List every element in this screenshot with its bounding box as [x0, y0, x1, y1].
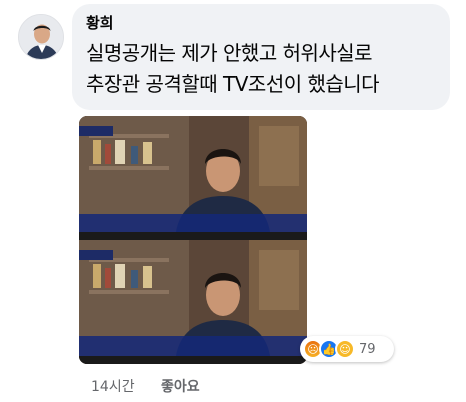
commenter-avatar[interactable] [18, 14, 64, 60]
comment-meta: 14시간 좋아요 [91, 376, 200, 396]
news-caption-bar [79, 336, 307, 356]
comment-text: 실명공개는 제가 안했고 허위사실로 추장관 공격할때 TV조선이 했습니다 [86, 38, 442, 100]
comment-timestamp[interactable]: 14시간 [91, 379, 135, 395]
tv-screenshot-frame [79, 240, 307, 364]
comment-text-line: 실명공개는 제가 안했고 허위사실로 [86, 41, 373, 65]
news-ticker [79, 232, 307, 240]
haha-icon: ☺ [335, 339, 355, 359]
like-button[interactable]: 좋아요 [161, 379, 200, 395]
news-caption-bar [79, 214, 307, 234]
person-photo [19, 15, 63, 59]
comment-attached-image[interactable] [79, 116, 307, 364]
tv-screenshot-frame [79, 116, 307, 240]
news-ticker [79, 356, 307, 364]
reaction-summary[interactable]: ☹ 👍 ☺ 79 [300, 336, 394, 362]
comment-author-name[interactable]: 황희 [86, 12, 114, 33]
comment-text-line: 추장관 공격할때 TV조선이 했습니다 [86, 72, 380, 96]
reaction-count: 79 [359, 341, 376, 357]
comment-bubble: 황희 실명공개는 제가 안했고 허위사실로 추장관 공격할때 TV조선이 했습니… [72, 4, 450, 110]
